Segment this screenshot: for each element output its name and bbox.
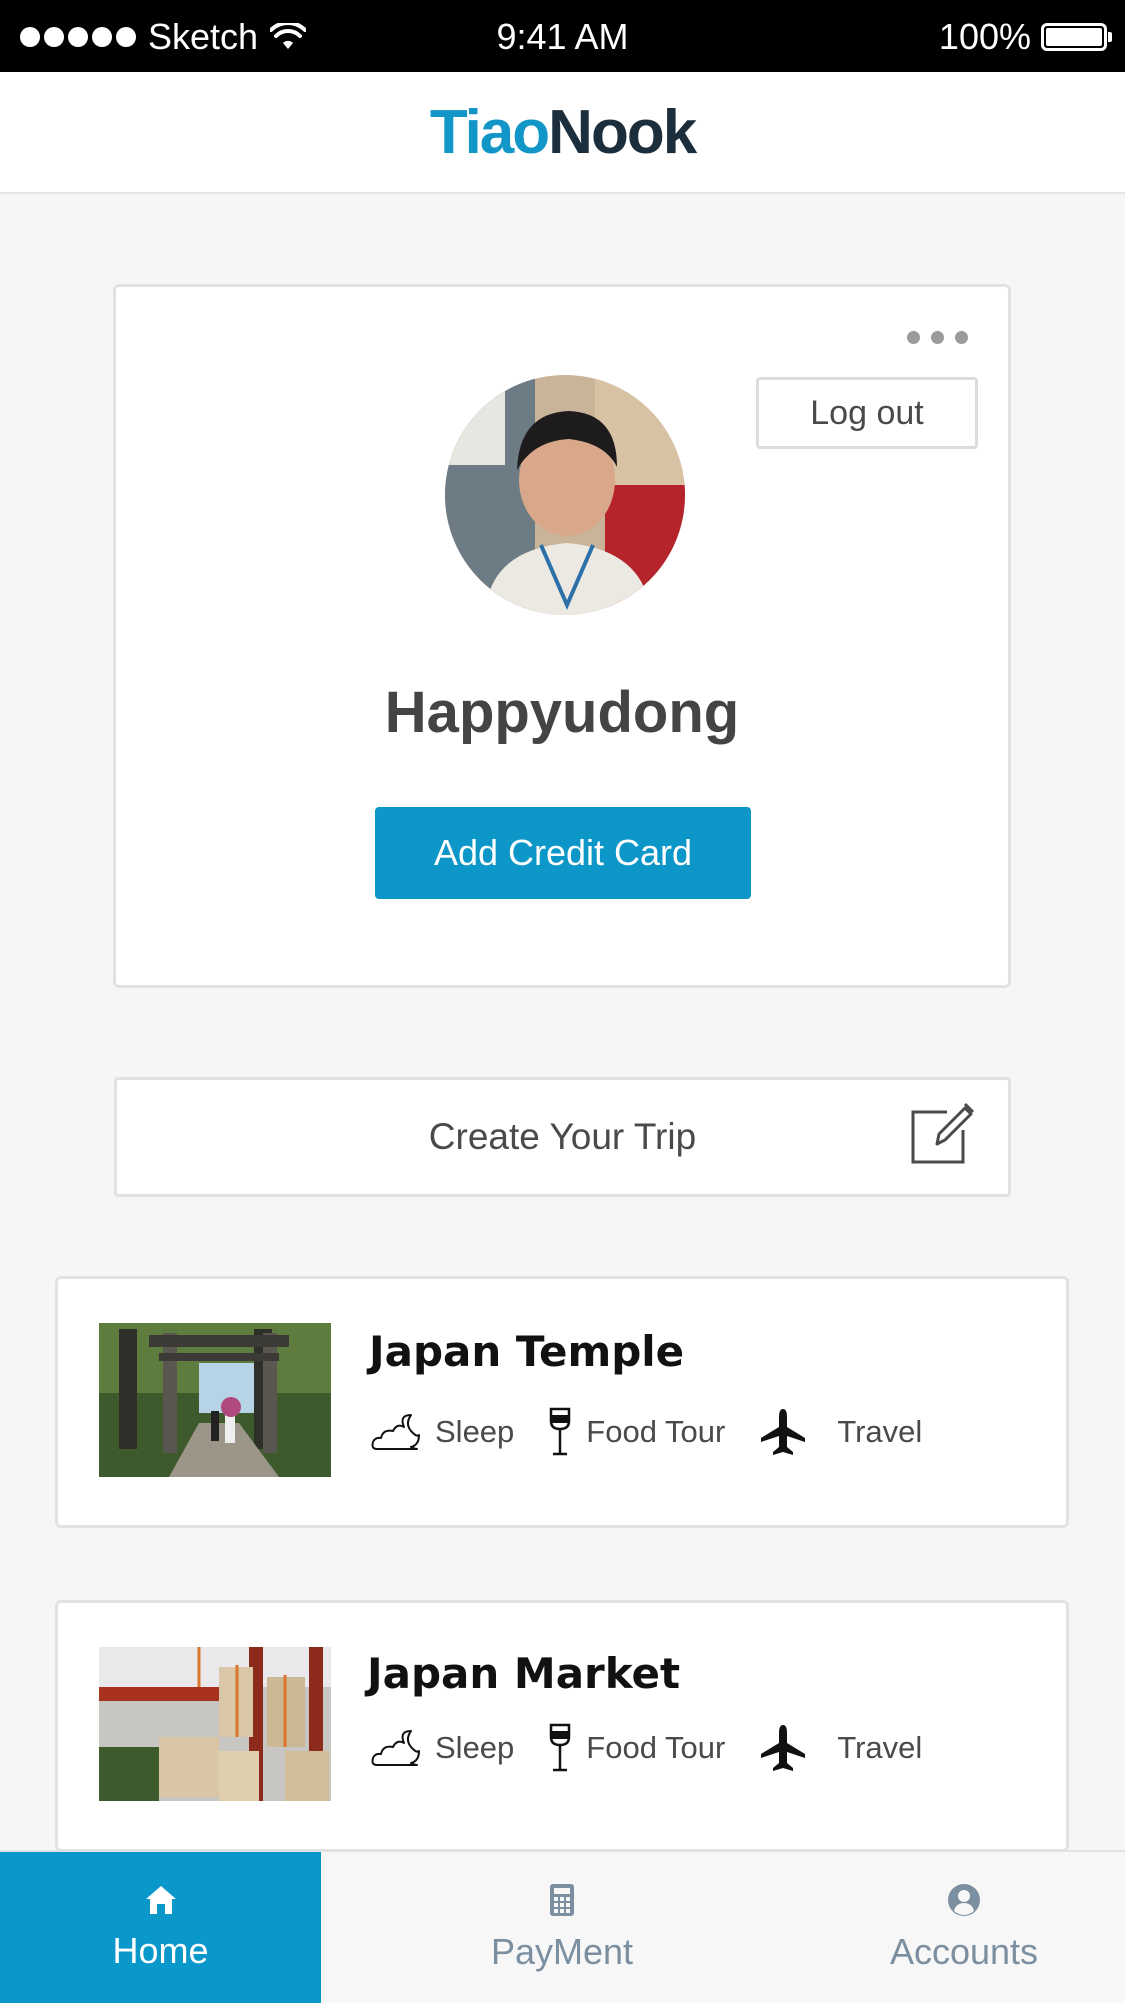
user-icon — [948, 1883, 980, 1916]
trip-thumbnail — [99, 1323, 331, 1477]
trip-tags: Sleep Food Tour Travel — [371, 1407, 956, 1457]
airplane-icon — [761, 1409, 806, 1455]
tab-bar: Home PayMent Accounts — [0, 1850, 1125, 2003]
tab-label: PayMent — [490, 1930, 634, 1972]
trip-tags: Sleep Food Tour Travel — [371, 1723, 956, 1773]
airplane-icon — [761, 1725, 806, 1771]
username: Happyudong — [384, 680, 740, 745]
tab-label: Home — [112, 1929, 209, 1971]
tag-travel: Travel — [759, 1407, 922, 1457]
home-icon — [145, 1885, 176, 1914]
avatar — [445, 375, 685, 615]
logout-button[interactable]: Log out — [756, 377, 978, 449]
tag-label: Travel — [837, 1414, 923, 1449]
create-trip-label: Create Your Trip — [428, 1116, 697, 1157]
battery-icon — [1041, 23, 1112, 51]
create-trip-button[interactable]: Create Your Trip — [114, 1077, 1011, 1197]
trip-card[interactable]: Japan Market Sleep Food Tour Travel — [55, 1600, 1069, 1852]
status-right: 100% — [938, 16, 1112, 58]
add-credit-card-button[interactable]: Add Credit Card — [375, 807, 751, 899]
moon-cloud-icon — [371, 1730, 420, 1766]
tab-home[interactable]: Home — [0, 1852, 321, 2003]
tag-label: Food Tour — [586, 1730, 726, 1765]
tag-label: Food Tour — [586, 1414, 726, 1449]
tab-accounts[interactable]: Accounts — [803, 1852, 1125, 2003]
edit-icon — [911, 1102, 975, 1164]
calculator-icon — [550, 1883, 574, 1916]
logo-part-tiao: Tiao — [429, 97, 550, 167]
status-bar: Sketch 9:41 AM 100% — [0, 0, 1125, 72]
wine-glass-icon — [550, 1723, 571, 1772]
tab-label: Accounts — [889, 1930, 1039, 1972]
tag-sleep: Sleep — [371, 1413, 514, 1451]
tag-label: Sleep — [435, 1414, 515, 1449]
logo-part-nook: Nook — [548, 97, 697, 167]
trip-card[interactable]: Japan Temple Sleep Food Tour Travel — [55, 1276, 1069, 1528]
moon-cloud-icon — [371, 1414, 420, 1450]
wine-glass-icon — [550, 1407, 571, 1456]
tag-food-tour: Food Tour — [548, 1723, 725, 1773]
tag-label: Travel — [837, 1730, 923, 1765]
profile-card: Log out Happyudong Add Credit Card — [113, 284, 1011, 988]
tab-payment[interactable]: PayMent — [321, 1852, 803, 2003]
battery-percentage: 100% — [938, 16, 1031, 57]
trip-title: Japan Market — [367, 1649, 681, 1698]
more-options-icon[interactable] — [907, 331, 968, 344]
tag-sleep: Sleep — [371, 1729, 514, 1767]
app-logo: TiaoNook — [429, 97, 697, 168]
tag-label: Sleep — [435, 1730, 515, 1765]
tag-travel: Travel — [759, 1723, 922, 1773]
trip-title: Japan Temple — [369, 1327, 685, 1376]
app-header: TiaoNook — [0, 72, 1125, 194]
tag-food-tour: Food Tour — [548, 1407, 725, 1457]
trip-thumbnail — [99, 1647, 331, 1801]
